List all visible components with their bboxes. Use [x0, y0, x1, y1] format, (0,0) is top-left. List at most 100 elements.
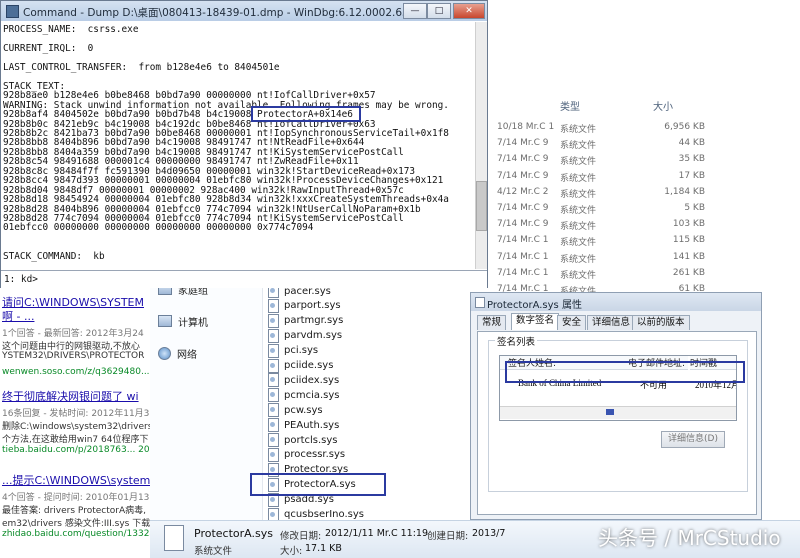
file-row[interactable]: 4/12 Mr.C 2 系统文件 1,184 KB — [495, 185, 800, 201]
properties-title: ProtectorA.sys 属性 — [487, 300, 582, 311]
file-size: 35 KB — [678, 154, 705, 165]
windbg-titlebar[interactable]: Command - Dump D:\桌面\080413-18439-01.dmp… — [1, 1, 487, 21]
file-name: pciide.sys — [284, 360, 334, 371]
result-url-3[interactable]: zhidao.baidu.com/question/133248 — [2, 529, 150, 539]
file-size: 6,956 KB — [664, 122, 705, 132]
tab-security[interactable]: 安全 — [557, 315, 587, 330]
file-date: 7/14 Mr.C 9 — [497, 154, 549, 165]
windbg-command-input[interactable]: 1: kd> — [1, 270, 487, 288]
signature-list-label: 签名列表 — [495, 334, 538, 348]
file-type: 系统文件 — [560, 173, 597, 184]
debug-output-line: PROCESS_NAME: csrss.exe — [3, 24, 139, 35]
file-icon — [475, 297, 485, 308]
details-modified-label: 修改日期: — [280, 531, 322, 542]
windbg-command-window: Command - Dump D:\桌面\080413-18439-01.dmp… — [0, 0, 488, 288]
windbg-scroll-thumb[interactable] — [476, 181, 487, 231]
file-row[interactable]: 7/14 Mr.C 9 系统文件 35 KB — [495, 152, 800, 168]
file-row[interactable]: 7/14 Mr.C 1 系统文件 141 KB — [495, 250, 800, 266]
details-filename: ProtectorA.sys — [194, 527, 273, 540]
file-type: 系统文件 — [560, 254, 597, 265]
windbg-app-icon — [6, 5, 19, 18]
debug-output-line: 01ebfcc0 00000000 00000000 00000000 0000… — [3, 222, 314, 234]
result-meta-2: 16条回复 - 发帖时间: 2012年11月3 — [2, 409, 150, 419]
file-type: 系统文件 — [560, 238, 597, 249]
properties-dialog: ProtectorA.sys 属性 常规 数字签名 安全 详细信息 以前的版本 … — [470, 292, 762, 520]
kd-prompt: 1: kd> — [4, 274, 38, 285]
file-row[interactable]: 7/14 Mr.C 9 系统文件 44 KB — [495, 136, 800, 152]
details-size-label: 大小: — [280, 546, 303, 557]
tab-digital-signatures[interactable]: 数字签名 — [511, 313, 560, 330]
file-row[interactable]: 7/14 Mr.C 9 系统文件 103 KB — [495, 217, 800, 233]
debug-output-line: STACK_COMMAND: kb — [3, 250, 105, 262]
windbg-title: Command - Dump D:\桌面\080413-18439-01.dmp… — [23, 7, 440, 19]
result-title-3[interactable]: ...提示C:\WINDOWS\system — [2, 472, 150, 488]
file-icon — [164, 525, 184, 551]
details-kind: 系统文件 — [194, 546, 233, 557]
file-size: 115 KB — [672, 235, 705, 246]
sidebar-item-network[interactable]: 网络 — [158, 344, 197, 362]
maximize-button[interactable]: □ — [427, 3, 451, 19]
result-url-2[interactable]: tieba.baidu.com/p/2018763... 2013 — [2, 445, 150, 455]
file-row[interactable]: 7/14 Mr.C 9 系统文件 5 KB — [495, 201, 800, 217]
file-name: qcusbserIno.sys — [284, 509, 364, 520]
file-date: 7/14 Mr.C 1 — [497, 251, 549, 262]
file-icon — [268, 358, 279, 373]
file-name: pciidex.sys — [284, 374, 340, 386]
file-name: portcls.sys — [284, 434, 338, 446]
file-date: 7/14 Mr.C 9 — [497, 203, 549, 213]
result-snippet-2b: 个方法,在这敢给用win7 64位程序下 — [2, 435, 149, 445]
file-size: 17 KB — [678, 170, 705, 181]
tab-details[interactable]: 详细信息 — [587, 315, 636, 330]
file-icon — [268, 388, 279, 403]
file-date: 7/14 Mr.C 9 — [497, 219, 549, 230]
file-icon — [268, 433, 279, 447]
sidebar-item-computer[interactable]: 计算机 — [158, 312, 208, 330]
file-icon — [268, 447, 279, 462]
file-row[interactable]: 7/14 Mr.C 1 系统文件 115 KB — [495, 233, 800, 249]
network-icon — [158, 346, 171, 360]
close-button[interactable]: ✕ — [453, 3, 485, 19]
result-meta-1: 1个回答 - 最新回答: 2012年3月24 — [2, 329, 144, 339]
file-date: 7/14 Mr.C 1 — [497, 235, 549, 246]
minimize-button[interactable]: — — [403, 3, 427, 19]
result-title-2[interactable]: 终于彻底解决网银问题了 wi — [2, 388, 139, 404]
details-modified: 2012/1/11 Mr.C 11:19 — [325, 528, 429, 539]
scroll-thumb[interactable] — [606, 409, 614, 415]
result-snippet-1b: YSTEM32\DRIVERS\PROTECTOR — [2, 351, 145, 361]
highlight-signer — [505, 361, 745, 383]
result-title-1b[interactable]: 啊 - ... — [2, 308, 34, 324]
windbg-output[interactable]: PROCESS_NAME: csrss.exe CURRENT_IRQL: 0 LA… — [1, 22, 475, 269]
signatures-panel: 签名列表 签名人姓名: 电子邮件地址: 时间戳 Bank of China Li… — [477, 331, 757, 515]
details-size: 17.1 KB — [305, 543, 342, 554]
properties-titlebar[interactable]: ProtectorA.sys 属性 — [471, 293, 761, 311]
file-type: 系统文件 — [560, 157, 597, 168]
file-details-list: 10/18 Mr.C 1 系统文件 6,956 KB 7/14 Mr.C 9 系统文件 4… — [495, 92, 800, 297]
file-icon — [268, 343, 279, 358]
navigation-pane: 家庭组 计算机 网络 — [150, 270, 263, 530]
tab-previous-versions[interactable]: 以前的版本 — [632, 315, 690, 330]
file-icon — [268, 313, 279, 328]
file-name: processr.sys — [284, 449, 346, 461]
tab-general[interactable]: 常规 — [477, 315, 507, 330]
file-row[interactable]: 10/18 Mr.C 1 系统文件 6,956 KB — [495, 120, 800, 136]
file-icon — [268, 328, 279, 343]
details-button[interactable]: 详细信息(D) — [661, 431, 725, 448]
file-row[interactable]: 7/14 Mr.C 1 系统文件 261 KB — [495, 266, 800, 282]
signature-list-scrollbar[interactable] — [500, 406, 736, 419]
watermark: 头条号 / MrCStudio — [598, 526, 781, 550]
computer-icon — [158, 315, 172, 327]
result-snippet-2a: 删除C:\windows\system32\drivers\ — [2, 422, 150, 432]
result-url-1[interactable]: wenwen.soso.com/z/q3629480... 快 — [2, 364, 150, 377]
file-size: 103 KB — [672, 219, 705, 230]
file-type: 系统文件 — [560, 222, 597, 233]
file-type: 系统文件 — [560, 206, 597, 216]
file-date: 7/14 Mr.C 9 — [497, 138, 549, 149]
file-name: pcw.sys — [284, 404, 323, 416]
file-type: 系统文件 — [560, 125, 597, 135]
file-type: 系统文件 — [560, 189, 597, 200]
file-size: 261 KB — [672, 267, 705, 278]
file-name: parport.sys — [284, 300, 341, 312]
file-date: 4/12 Mr.C 2 — [497, 186, 549, 197]
windbg-scrollbar[interactable] — [475, 22, 487, 269]
file-row[interactable]: 7/14 Mr.C 9 系统文件 17 KB — [495, 169, 800, 185]
